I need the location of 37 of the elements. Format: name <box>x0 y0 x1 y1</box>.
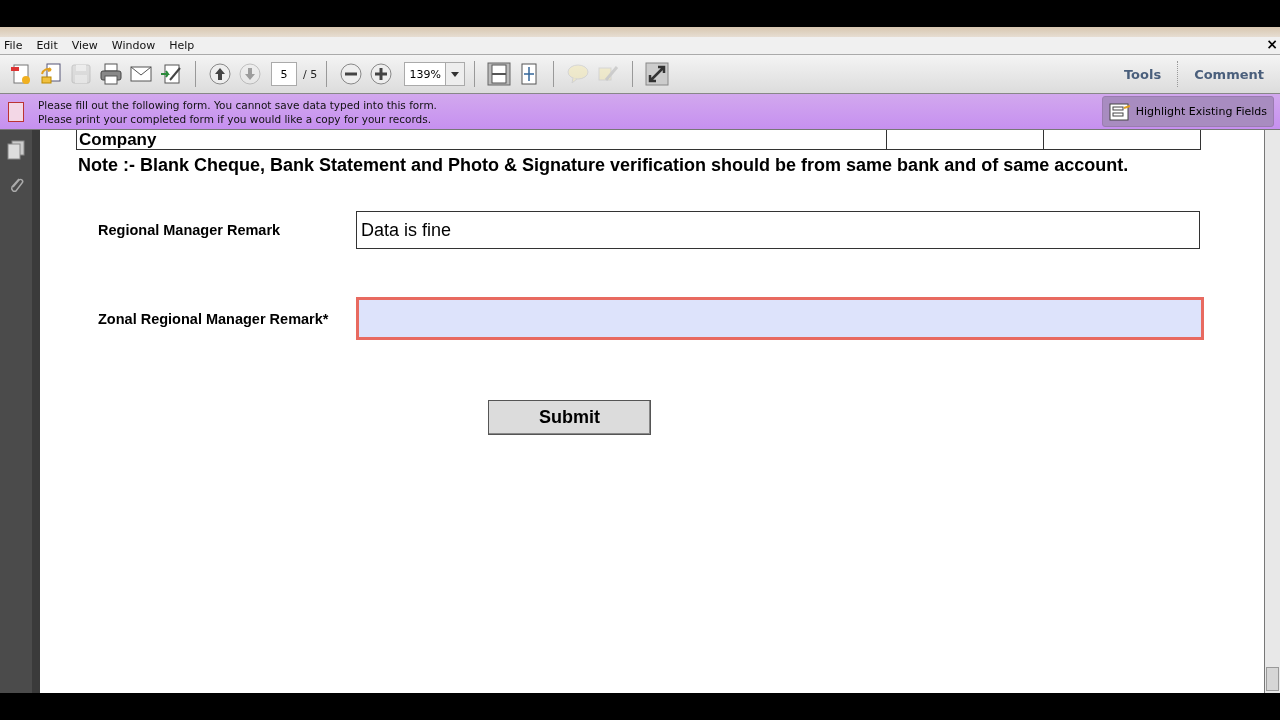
caret-icon[interactable] <box>445 63 465 85</box>
highlight-fields-button[interactable]: Highlight Existing Fields <box>1101 96 1274 127</box>
note-text: Note :- Blank Cheque, Bank Statement and Photo & Signature verification should be from same bank and of same account. <box>77 154 1130 177</box>
menu-item[interactable]: Edit <box>36 39 58 52</box>
zoom-in-icon[interactable] <box>369 62 394 86</box>
submit-button[interactable]: Submit <box>488 400 651 435</box>
menu-item[interactable]: View <box>71 39 98 52</box>
printer-icon[interactable] <box>99 62 123 86</box>
menu-item[interactable]: Window <box>111 39 156 52</box>
form-icon <box>8 101 24 122</box>
page-total: / 5 <box>303 67 318 81</box>
create-document-icon[interactable] <box>9 62 33 86</box>
zoom-dropdown[interactable]: 139% <box>404 62 466 86</box>
pages-icon[interactable] <box>7 140 25 160</box>
scroll-thumb[interactable] <box>1266 667 1279 691</box>
notice-text: Please fill out the following form. You cannot save data typed into this form. <box>38 97 438 112</box>
remark-field[interactable]: Data is fine <box>356 211 1200 249</box>
expand-arrows-icon[interactable] <box>645 62 670 86</box>
open-document-icon[interactable] <box>39 62 63 86</box>
field-label: Zonal Regional Manager Remark* <box>97 310 330 327</box>
arrow-up-icon[interactable] <box>208 62 232 86</box>
zoom-value: 139% <box>408 66 442 83</box>
form-fields-icon <box>1108 102 1131 121</box>
notice-text: Please print your completed form if you would like a copy for your records. <box>38 111 432 126</box>
zoom-out-icon[interactable] <box>339 62 364 86</box>
form-edit-icon[interactable] <box>159 62 183 86</box>
pane-link[interactable]: Tools <box>1107 66 1178 82</box>
menu-item[interactable]: File <box>4 39 23 52</box>
menu-item[interactable]: Help <box>169 39 195 52</box>
page-number-field[interactable]: 5 <box>271 62 297 86</box>
remark-field[interactable] <box>356 297 1204 340</box>
pane-link[interactable]: Comment <box>1178 66 1280 82</box>
close-icon[interactable]: × <box>1266 37 1278 51</box>
fit-page-icon[interactable] <box>487 62 512 86</box>
scrollbar[interactable] <box>1264 130 1280 693</box>
table-cell: Company <box>76 130 886 149</box>
field-label: Regional Manager Remark <box>97 222 282 238</box>
